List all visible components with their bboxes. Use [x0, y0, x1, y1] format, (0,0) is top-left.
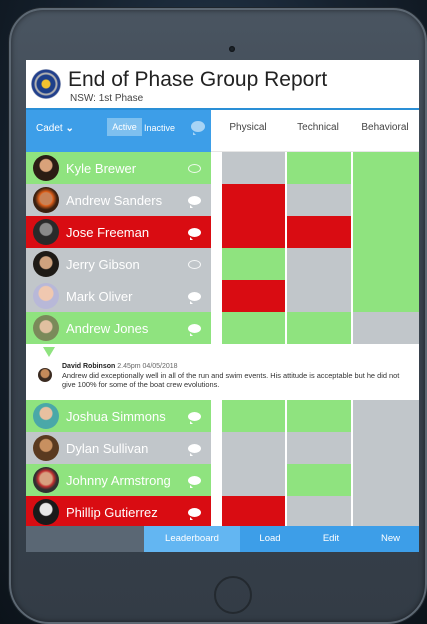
- cadet-name: Andrew Sanders: [66, 193, 163, 208]
- cadet-name: Kyle Brewer: [66, 161, 137, 176]
- navy-seal-emblem-icon: [31, 69, 61, 99]
- cadet-dropdown-label: Cadet: [36, 123, 63, 134]
- tab-new[interactable]: New: [362, 526, 419, 552]
- column-header-behavioral[interactable]: Behavioral: [351, 110, 419, 152]
- score-cell-technical[interactable]: [287, 400, 351, 432]
- cadet-row[interactable]: Mark Oliver: [26, 280, 211, 312]
- column-header-technical[interactable]: Technical: [285, 110, 351, 152]
- avatar-johnny: [33, 467, 59, 493]
- commenter-avatar: [38, 368, 52, 382]
- avatar-jose: [33, 219, 59, 245]
- score-cell-physical[interactable]: [222, 280, 285, 312]
- comment-bubble-icon[interactable]: [188, 412, 201, 424]
- score-cell-technical[interactable]: [287, 432, 351, 464]
- comment-bubble-icon[interactable]: [188, 196, 201, 208]
- cadet-row[interactable]: Andrew Jones: [26, 312, 211, 344]
- score-cell-behavioral[interactable]: [353, 464, 419, 496]
- tab-leaderboard[interactable]: Leaderboard: [144, 526, 240, 552]
- score-cell-behavioral[interactable]: [353, 152, 419, 184]
- cadet-row[interactable]: Joshua Simmons: [26, 400, 211, 432]
- score-cell-technical[interactable]: [287, 216, 351, 248]
- score-cell-behavioral[interactable]: [353, 248, 419, 280]
- cadet-name: Jose Freeman: [66, 225, 150, 240]
- camera-icon: [229, 46, 235, 52]
- cadet-name: Andrew Jones: [66, 321, 149, 336]
- app-screen: End of Phase Group Report NSW: 1st Phase…: [26, 60, 419, 552]
- comment-text: Andrew did exceptionally well in all of …: [62, 371, 400, 389]
- cadet-name: Dylan Sullivan: [66, 441, 149, 456]
- comment-author: David Robinson 2.45pm 04/05/2018: [62, 363, 178, 370]
- comment-bubble-icon[interactable]: [188, 444, 201, 456]
- score-cell-physical[interactable]: [222, 184, 285, 216]
- bottom-toolbar: Leaderboard Load Edit New: [26, 526, 419, 552]
- comment-timestamp: 2.45pm 04/05/2018: [117, 363, 178, 370]
- comment-bubble-icon[interactable]: [188, 476, 201, 488]
- column-header-physical[interactable]: Physical: [211, 110, 285, 152]
- page-subtitle: NSW: 1st Phase: [70, 93, 144, 104]
- cadet-row[interactable]: Andrew Sanders: [26, 184, 211, 216]
- avatar-kyle: [33, 155, 59, 181]
- score-cell-physical[interactable]: [222, 248, 285, 280]
- score-cell-physical[interactable]: [222, 216, 285, 248]
- report-header: End of Phase Group Report NSW: 1st Phase: [26, 60, 419, 110]
- cadet-row[interactable]: Johnny Armstrong: [26, 464, 211, 496]
- avatar-andrew-j: [33, 315, 59, 341]
- score-cell-technical[interactable]: [287, 496, 351, 528]
- comment-bubble-icon[interactable]: [188, 292, 201, 304]
- filter-bar: Cadet ⌄ Active Inactive: [26, 110, 211, 152]
- score-cell-technical[interactable]: [287, 280, 351, 312]
- score-cell-technical[interactable]: [287, 248, 351, 280]
- avatar-phillip: [33, 499, 59, 525]
- comment-author-name: David Robinson: [62, 363, 116, 370]
- score-cell-physical[interactable]: [222, 464, 285, 496]
- page-title: End of Phase Group Report: [68, 68, 328, 91]
- tab-load[interactable]: Load: [240, 526, 300, 552]
- comment-bubble-icon[interactable]: [188, 260, 201, 269]
- score-cell-behavioral[interactable]: [353, 432, 419, 464]
- cadet-dropdown[interactable]: Cadet ⌄: [36, 123, 74, 134]
- score-cell-technical[interactable]: [287, 312, 351, 344]
- score-cell-physical[interactable]: [222, 400, 285, 432]
- score-cell-technical[interactable]: [287, 464, 351, 496]
- score-cell-physical[interactable]: [222, 152, 285, 184]
- home-button[interactable]: [214, 576, 252, 614]
- score-cell-physical[interactable]: [222, 496, 285, 528]
- score-cell-behavioral[interactable]: [353, 184, 419, 216]
- cadet-name: Jerry Gibson: [66, 257, 140, 272]
- score-cell-physical[interactable]: [222, 312, 285, 344]
- chevron-down-icon: ⌄: [65, 123, 74, 134]
- avatar-andrew-s: [33, 187, 59, 213]
- comment-pointer: [43, 347, 55, 357]
- score-cell-technical[interactable]: [287, 184, 351, 216]
- avatar-jerry: [33, 251, 59, 277]
- cadet-row[interactable]: Kyle Brewer: [26, 152, 211, 184]
- cadet-row[interactable]: Dylan Sullivan: [26, 432, 211, 464]
- comment-bubble-icon[interactable]: [188, 164, 201, 173]
- tab-edit[interactable]: Edit: [300, 526, 362, 552]
- inactive-filter-button[interactable]: Inactive: [144, 123, 175, 133]
- score-cell-behavioral[interactable]: [353, 312, 419, 344]
- avatar-joshua: [33, 403, 59, 429]
- cadet-name: Johnny Armstrong: [66, 473, 171, 488]
- cadet-row[interactable]: Phillip Gutierrez: [26, 496, 211, 528]
- score-cell-behavioral[interactable]: [353, 496, 419, 528]
- score-cell-behavioral[interactable]: [353, 216, 419, 248]
- score-cell-behavioral[interactable]: [353, 400, 419, 432]
- cadet-name: Joshua Simmons: [66, 409, 166, 424]
- cadet-name: Phillip Gutierrez: [66, 505, 158, 520]
- cadet-row[interactable]: Jose Freeman: [26, 216, 211, 248]
- comment-bubble-icon[interactable]: [188, 508, 201, 520]
- score-cell-technical[interactable]: [287, 152, 351, 184]
- avatar-dylan: [33, 435, 59, 461]
- comment-bubble-icon[interactable]: [188, 324, 201, 336]
- cadet-name: Mark Oliver: [66, 289, 133, 304]
- score-cell-behavioral[interactable]: [353, 280, 419, 312]
- avatar-mark: [33, 283, 59, 309]
- active-filter-button[interactable]: Active: [107, 118, 142, 136]
- cadet-row[interactable]: Jerry Gibson: [26, 248, 211, 280]
- comment-bubble-icon[interactable]: [188, 228, 201, 240]
- toolbar-spacer: [26, 526, 144, 552]
- score-cell-physical[interactable]: [222, 432, 285, 464]
- comments-toggle-icon[interactable]: [191, 121, 205, 135]
